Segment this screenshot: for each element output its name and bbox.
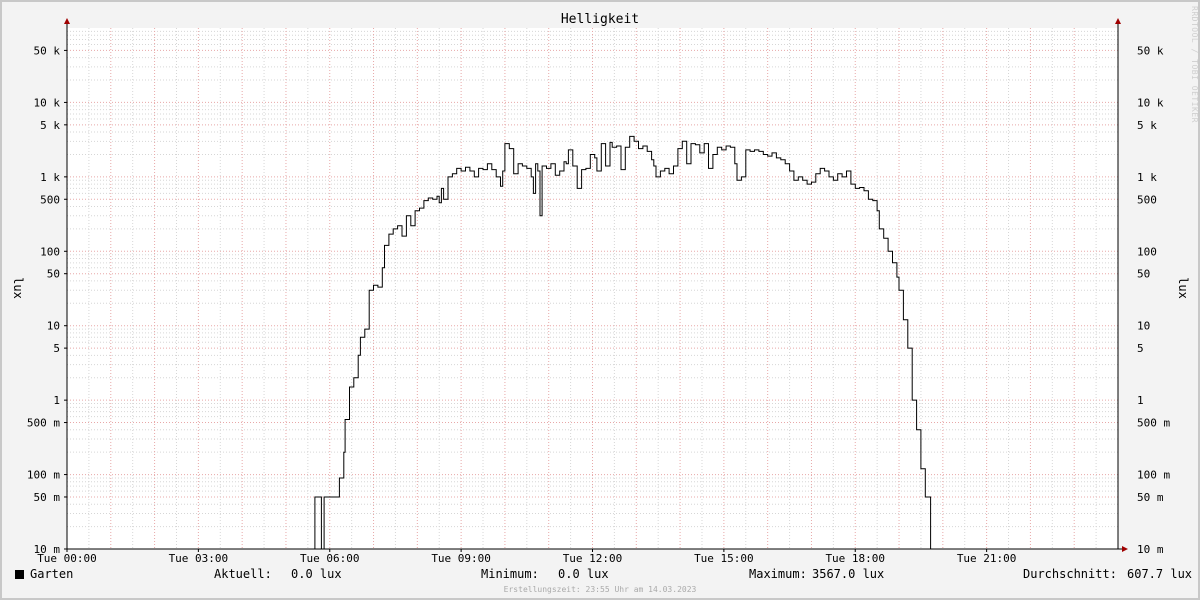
x-tick-label: Tue 09:00 [431, 552, 491, 565]
y-tick-label-left: 50 [47, 268, 60, 281]
x-tick-label: Tue 21:00 [957, 552, 1017, 565]
x-tick-label: Tue 15:00 [694, 552, 754, 565]
y-axis-label-right: lux [1176, 277, 1190, 299]
y-tick-label-right: 100 [1137, 245, 1157, 258]
y-tick-label-right: 50 m [1137, 491, 1164, 504]
y-axis-arrow-left [64, 18, 70, 24]
x-tick-label: Tue 18:00 [825, 552, 885, 565]
legend-swatch [15, 570, 24, 579]
y-tick-label-left: 500 m [27, 417, 60, 430]
legend-avg-label: Durchschnitt: [1023, 567, 1117, 581]
y-tick-label-left: 50 m [34, 491, 61, 504]
y-tick-label-left: 1 k [40, 171, 60, 184]
y-axis-label-left: lux [11, 277, 25, 299]
y-tick-label-right: 10 [1137, 320, 1150, 333]
legend-current-label: Aktuell: [214, 567, 272, 581]
y-tick-label-right: 5 k [1137, 119, 1157, 132]
legend-min-value: 0.0 lux [558, 567, 609, 581]
legend-max-label: Maximum: [749, 567, 807, 581]
legend-current-value: 0.0 lux [291, 567, 342, 581]
rrdtool-watermark: RRDTOOL / TOBI OETIKER [1190, 6, 1199, 123]
y-tick-label-left: 5 [53, 342, 60, 355]
y-tick-label-left: 1 [53, 394, 60, 407]
x-tick-label: Tue 00:00 [37, 552, 97, 565]
y-tick-label-right: 10 k [1137, 96, 1164, 109]
y-tick-label-right: 500 m [1137, 417, 1170, 430]
y-axis-arrow-right [1115, 18, 1121, 24]
x-axis-arrow [1122, 546, 1128, 552]
x-tick-label: Tue 03:00 [169, 552, 229, 565]
y-tick-label-left: 100 [40, 245, 60, 258]
creation-timestamp: Erstellungszeit: 23:55 Uhr am 14.03.2023 [503, 585, 697, 594]
legend-max-value: 3567.0 lux [812, 567, 885, 581]
y-tick-label-right: 50 k [1137, 44, 1164, 57]
y-tick-label-right: 1 k [1137, 171, 1157, 184]
legend-min-label: Minimum: [481, 567, 539, 581]
y-tick-label-right: 1 [1137, 394, 1144, 407]
chart-title: Helligkeit [561, 12, 639, 27]
brightness-chart: 10 m 10 m50 m 50 m100 m 100 m500 m 500 m1 15 5… [11, 12, 1190, 565]
y-tick-label-right: 50 [1137, 268, 1150, 281]
y-tick-label-left: 10 [47, 320, 60, 333]
legend-avg-value: 607.7 lux [1127, 567, 1193, 581]
x-tick-label: Tue 12:00 [563, 552, 623, 565]
y-tick-label-left: 500 [40, 193, 60, 206]
y-tick-label-left: 50 k [34, 44, 61, 57]
x-tick-label: Tue 06:00 [300, 552, 360, 565]
y-tick-label-left: 100 m [27, 469, 60, 482]
y-tick-label-left: 10 k [34, 96, 61, 109]
y-tick-label-right: 500 [1137, 193, 1157, 206]
y-tick-label-left: 5 k [40, 119, 60, 132]
y-tick-label-right: 100 m [1137, 469, 1170, 482]
y-tick-label-right: 10 m [1137, 543, 1164, 556]
y-tick-label-right: 5 [1137, 342, 1144, 355]
legend-series-name: Garten [30, 567, 74, 581]
